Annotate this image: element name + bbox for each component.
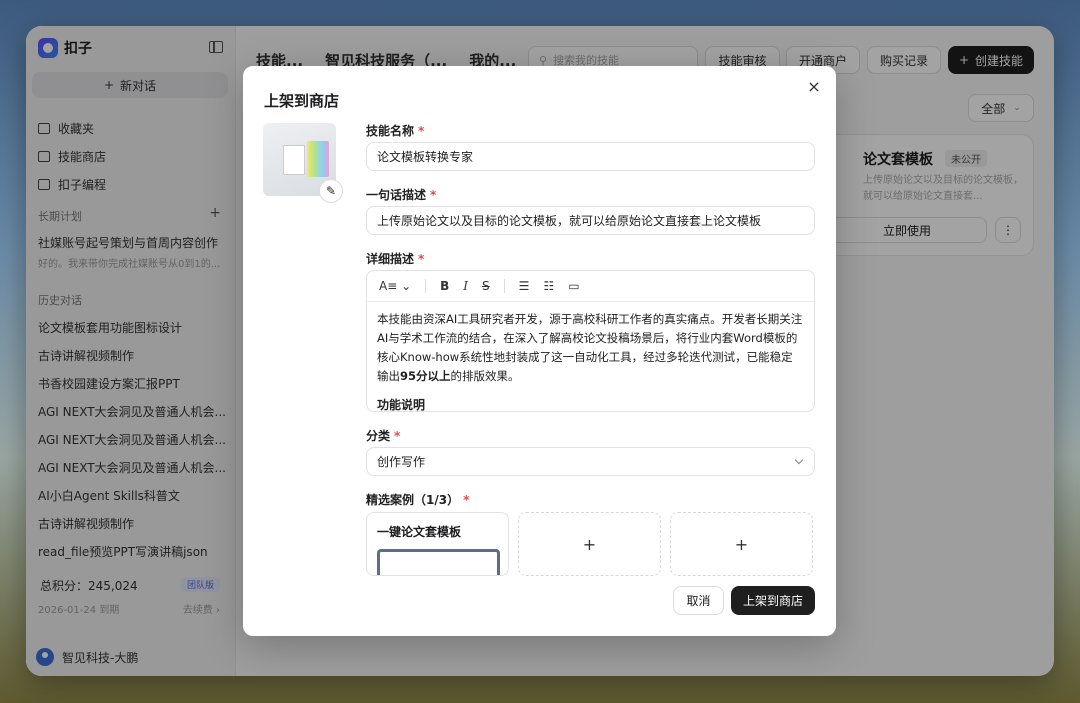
cancel-button[interactable]: 取消 [673,586,724,615]
numbered-list-icon[interactable]: ☷ [543,279,554,293]
close-icon[interactable]: × [806,79,822,95]
detail-editor[interactable]: A≡ ⌄ B I S ☰ ☷ ▭ 本技能由资深AI工具研究者开发，源于高校科研工… [366,270,815,412]
bold-icon[interactable]: B [440,279,449,293]
case-thumbnail [377,549,500,575]
cover-colorful-shape [307,141,329,177]
detail-heading: 功能说明 [377,398,426,412]
editor-toolbar: A≡ ⌄ B I S ☰ ☷ ▭ [367,271,814,302]
detail-text: 的排版效果。 [450,369,520,383]
publish-modal: 上架到商店 × ✎ 技能名称 * 论文模板转换专家 一句话描述 * 上传原始论文以及… [243,66,836,636]
oneline-desc-input[interactable]: 上传原始论文以及目标的论文模板，就可以给原始论文直接套上论文模板 [366,206,815,235]
label-text: 分类 [366,429,391,443]
oneline-desc-label: 一句话描述 * [366,186,436,203]
category-label: 分类 * [366,427,400,444]
category-select[interactable]: 创作写作 [366,447,815,476]
required-mark: * [430,188,437,202]
text-style-icon[interactable]: A≡ ⌄ [379,279,411,293]
add-case-button[interactable]: + [518,512,661,576]
quote-icon[interactable]: ▭ [568,279,579,293]
bullet-list-icon[interactable]: ☰ [519,279,530,293]
label-text: 精选案例（1/3） [366,493,460,507]
toolbar-divider [425,279,427,293]
featured-cases-label: 精选案例（1/3） * [366,491,469,508]
case-card[interactable]: 一键论文套模板 [366,512,509,576]
detail-desc-label: 详细描述 * [366,250,424,267]
cover-document-shape [283,145,305,175]
editor-content[interactable]: 本技能由资深AI工具研究者开发，源于高校科研工作者的真实痛点。开发者长期关注AI… [367,302,814,412]
edit-cover-button[interactable]: ✎ [319,179,343,203]
publish-button[interactable]: 上架到商店 [731,586,815,615]
label-text: 技能名称 [366,124,415,138]
label-text: 一句话描述 [366,188,427,202]
label-text: 详细描述 [366,252,415,266]
required-mark: * [418,252,425,266]
required-mark: * [418,124,425,138]
category-value: 创作写作 [377,455,426,469]
italic-icon[interactable]: I [463,279,468,293]
required-mark: * [463,493,470,507]
toolbar-divider [503,279,505,293]
detail-bold-text: 95分以上 [400,369,451,383]
add-case-button[interactable]: + [670,512,813,576]
chevron-down-icon [794,455,804,465]
case-title: 一键论文套模板 [377,525,462,539]
required-mark: * [394,429,401,443]
skill-name-label: 技能名称 * [366,122,424,139]
pencil-icon: ✎ [325,184,337,198]
skill-name-input[interactable]: 论文模板转换专家 [366,142,815,171]
strikethrough-icon[interactable]: S [482,279,490,293]
modal-title: 上架到商店 [264,92,340,110]
